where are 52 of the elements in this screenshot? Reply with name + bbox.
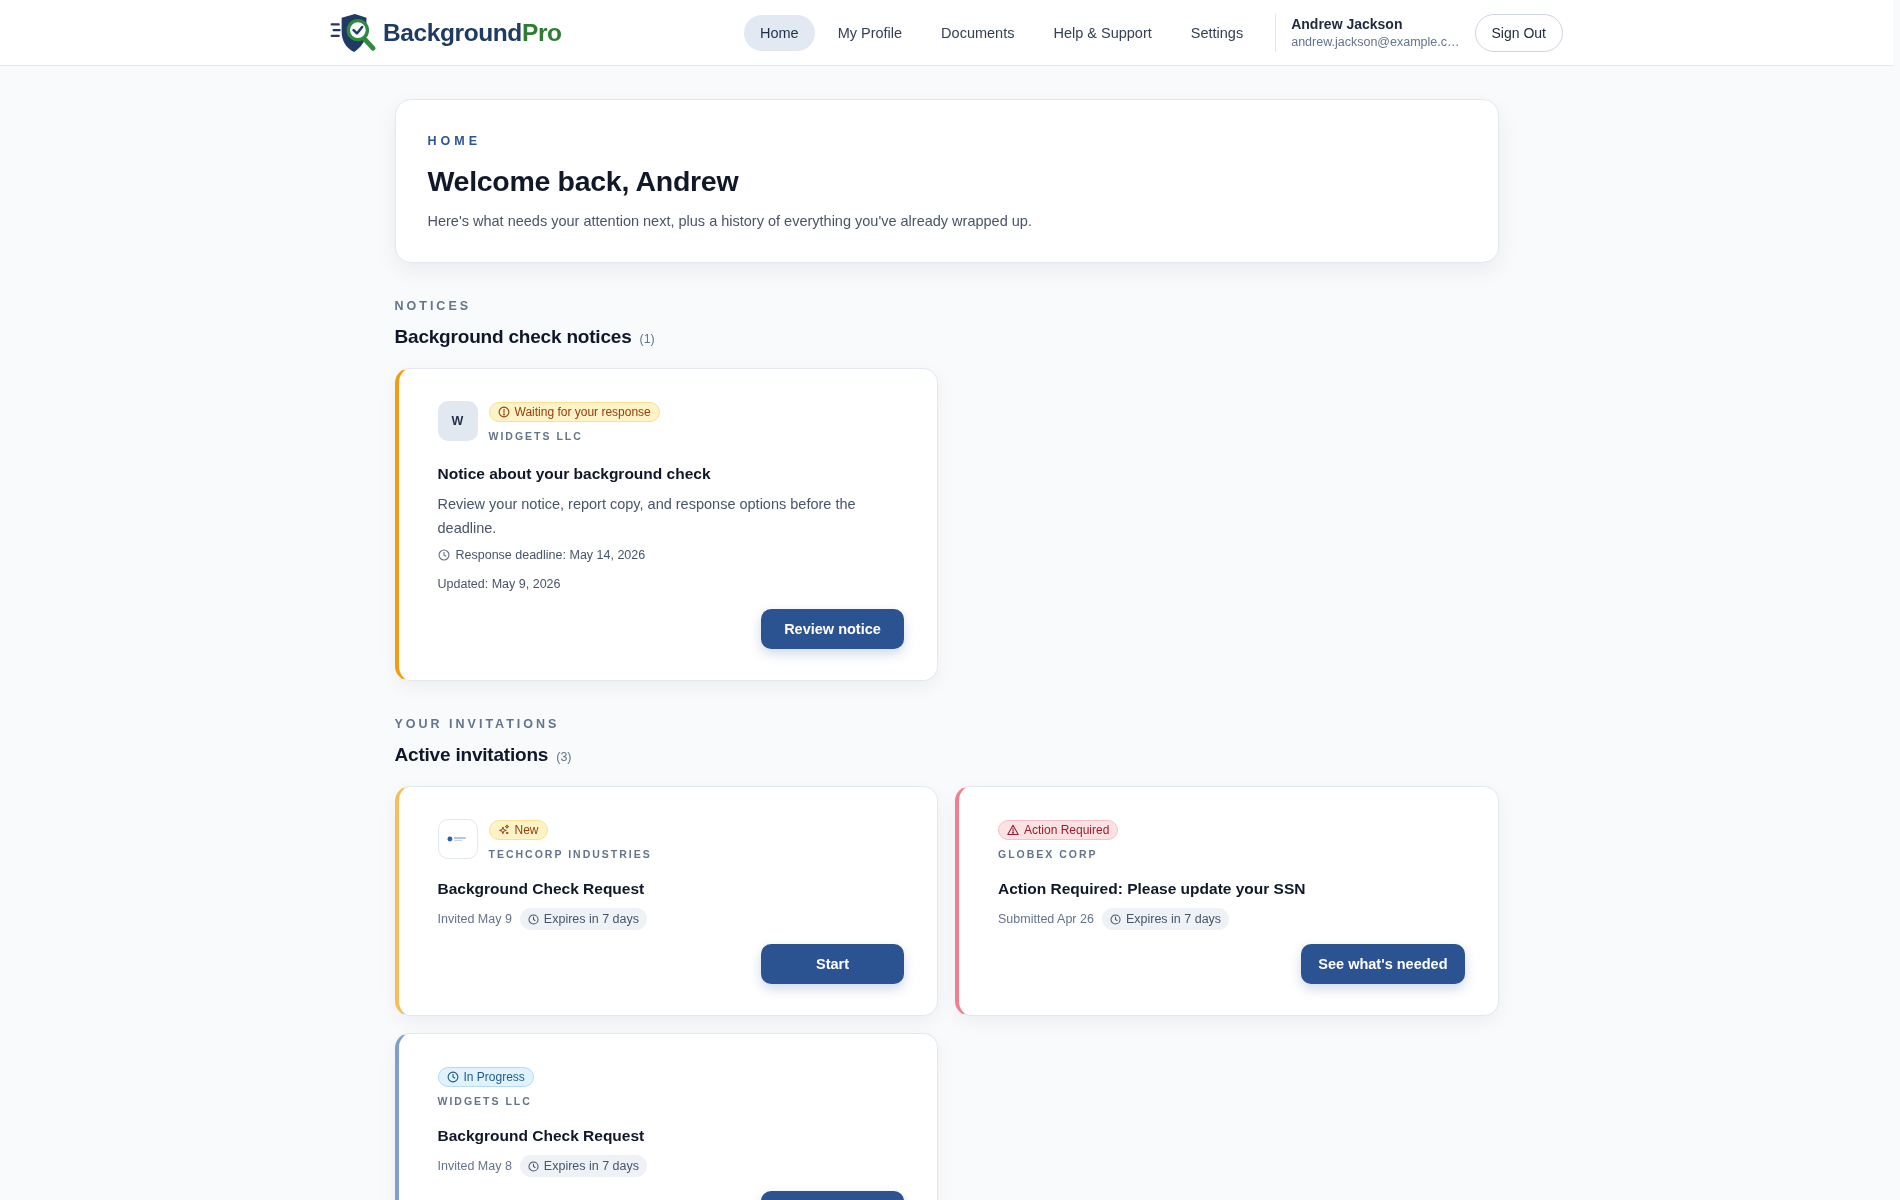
company-name: WIDGETS LLC (437, 1094, 532, 1109)
status-text: In Progress (463, 1070, 525, 1084)
nav-link[interactable]: My Profile (821, 14, 919, 51)
status-text: New (514, 823, 539, 837)
welcome-title: Welcome back, Andrew (427, 164, 739, 199)
section-count: (1) (639, 332, 655, 346)
nav-link[interactable]: Documents (925, 14, 1031, 51)
initial-avatar: W (437, 401, 478, 441)
warning-triangle-icon (1007, 824, 1019, 836)
action-button[interactable]: Start (761, 944, 904, 984)
status-text: Waiting for your response (514, 405, 651, 419)
nav-link[interactable]: Home (743, 14, 815, 51)
action-button[interactable]: See what's needed (1301, 944, 1465, 984)
card-title: Notice about your background check (437, 464, 711, 484)
clock-icon (527, 913, 539, 925)
expiry-text: Expires in 7 days (1125, 912, 1222, 926)
exclamation-circle-icon (497, 406, 510, 418)
deadline-text: Response deadline: May 14, 2026 (455, 547, 646, 564)
sparkles-icon (497, 824, 510, 836)
card-title: Background Check Request (437, 879, 645, 899)
card-title: Background Check Request (437, 1126, 645, 1146)
clock-icon (437, 549, 450, 561)
clock-icon (446, 1071, 459, 1083)
date-text: Invited May 8 (437, 1159, 512, 1173)
company-name: WIDGETS LLC (488, 429, 583, 444)
section-title: Background check notices (394, 325, 632, 349)
nav-link[interactable]: Settings (1174, 14, 1260, 51)
brand-name[interactable]: BackgroundPro (383, 18, 562, 47)
clock-icon (1109, 913, 1121, 925)
company-name: GLOBEX CORP (998, 847, 1098, 862)
user-name: Andrew Jackson (1291, 16, 1404, 32)
nav-link[interactable]: Help & Support (1037, 14, 1168, 51)
user-email: andrew.jackson@example.c… (1291, 35, 1460, 49)
page-eyebrow: HOME (427, 133, 481, 149)
card-title: Action Required: Please update your SSN (998, 879, 1306, 899)
clock-icon (527, 1160, 539, 1172)
status-text: Action Required (1024, 823, 1110, 837)
expiry-text: Expires in 7 days (543, 1159, 640, 1173)
section-eyebrow: YOUR INVITATIONS (394, 716, 560, 732)
date-text: Submitted Apr 26 (998, 912, 1094, 926)
date-text: Invited May 9 (437, 912, 512, 926)
expiry-text: Expires in 7 days (543, 912, 640, 926)
company-logo-icon (437, 819, 478, 859)
sign-out-button[interactable]: Sign Out (1474, 13, 1563, 52)
company-name: TECHCORP INDUSTRIES (488, 847, 652, 862)
section-eyebrow: NOTICES (394, 298, 472, 314)
review-button[interactable]: Review notice (761, 609, 904, 649)
section-title: Active invitations (394, 743, 549, 767)
notice-description: Review your notice, report copy, and response options before the deadline. (437, 495, 857, 538)
section-count: (3) (556, 750, 572, 764)
updated-text: Updated: May 9, 2026 (437, 576, 561, 593)
welcome-subtitle: Here's what needs your attention next, plus a history of everything you've already wrapped up. (427, 212, 1032, 231)
